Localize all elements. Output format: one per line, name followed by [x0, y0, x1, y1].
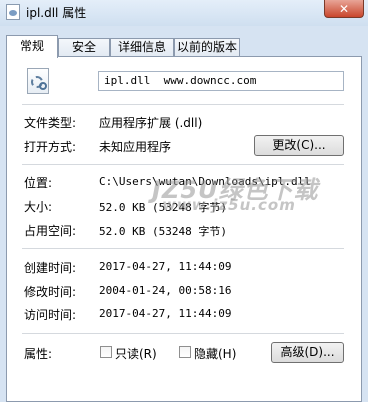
- divider: [22, 164, 344, 165]
- modified-label: 修改时间:: [24, 285, 77, 299]
- dll-file-icon: [27, 68, 49, 94]
- tab-previous-versions[interactable]: 以前的版本: [174, 38, 240, 57]
- size-label: 大小:: [24, 200, 53, 214]
- size-value: 52.0 KB (53248 字节): [99, 201, 227, 214]
- divider: [22, 248, 344, 249]
- close-button[interactable]: ✕: [324, 0, 364, 18]
- file-type-value: 应用程序扩展 (.dll): [99, 116, 203, 130]
- divider: [22, 104, 344, 105]
- tab-security[interactable]: 安全: [58, 38, 110, 57]
- tab-details[interactable]: 详细信息: [110, 38, 174, 57]
- change-button[interactable]: 更改(C)...: [254, 135, 344, 156]
- file-name-field[interactable]: ipl.dll www.downcc.com: [98, 71, 344, 91]
- tab-general[interactable]: 常规: [6, 35, 58, 58]
- created-label: 创建时间:: [24, 261, 77, 275]
- hidden-label[interactable]: 隐藏(H): [194, 345, 236, 362]
- readonly-label[interactable]: 只读(R): [115, 345, 157, 362]
- created-value: 2017-04-27, 11:44:09: [99, 260, 232, 273]
- file-type-label: 文件类型:: [24, 116, 77, 130]
- title-bar: ipl.dll 属性 ✕: [0, 0, 368, 26]
- dll-file-icon: [6, 4, 20, 20]
- size-on-disk-label: 占用空间:: [24, 224, 77, 238]
- accessed-value: 2017-04-27, 11:44:09: [99, 307, 232, 320]
- location-label: 位置:: [24, 176, 53, 190]
- location-value: C:\Users\wutan\Downloads\ipl.dll: [99, 175, 311, 188]
- opens-with-label: 打开方式:: [24, 140, 77, 154]
- divider: [22, 333, 344, 334]
- accessed-label: 访问时间:: [24, 308, 77, 322]
- size-on-disk-value: 52.0 KB (53248 字节): [99, 225, 227, 238]
- hidden-checkbox[interactable]: [179, 346, 191, 358]
- opens-with-value: 未知应用程序: [99, 140, 172, 154]
- modified-value: 2004-01-24, 00:58:16: [99, 284, 232, 297]
- window-title: ipl.dll 属性: [26, 6, 87, 20]
- attributes-label: 属性:: [24, 347, 53, 361]
- readonly-checkbox[interactable]: [100, 346, 112, 358]
- advanced-button[interactable]: 高级(D)...: [271, 342, 344, 363]
